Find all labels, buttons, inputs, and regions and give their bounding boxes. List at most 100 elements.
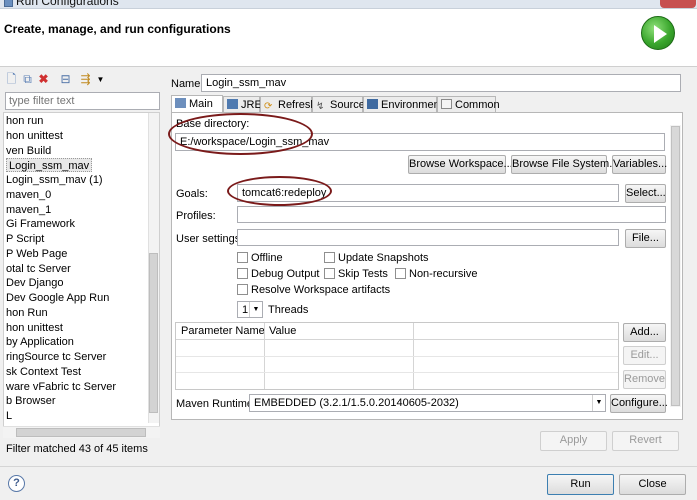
- help-icon[interactable]: ?: [8, 475, 25, 492]
- skip-tests-checkbox[interactable]: [324, 268, 335, 279]
- run-button[interactable]: Run: [547, 474, 614, 495]
- tree-item[interactable]: ware vFabric tc Server: [6, 380, 116, 394]
- tab-label: Refresh: [278, 99, 317, 111]
- resolve-workspace-label: Resolve Workspace artifacts: [251, 284, 391, 296]
- chevron-down-icon: ▼: [249, 302, 262, 317]
- highlight-annotation: [227, 176, 332, 206]
- tree-item[interactable]: b Browser: [6, 394, 56, 408]
- row-divider: [176, 356, 618, 357]
- tree-item[interactable]: maven_1: [6, 203, 51, 217]
- tree-item[interactable]: ringSource tc Server: [6, 350, 106, 364]
- jre-tab-icon: [227, 99, 238, 109]
- source-icon: ↯: [316, 101, 325, 112]
- tree-item[interactable]: P Script: [6, 232, 44, 246]
- user-settings-field[interactable]: [237, 229, 619, 246]
- tree-item[interactable]: Login_ssm_mav (1): [6, 173, 103, 187]
- dialog-heading: Create, manage, and run configurations: [4, 22, 231, 36]
- dialog-header: Create, manage, and run configurations: [0, 9, 697, 67]
- window-title: Run Configurations: [16, 0, 119, 8]
- offline-label: Offline: [251, 252, 283, 264]
- tree-item[interactable]: Gi Framework: [6, 217, 75, 231]
- debug-output-checkbox[interactable]: [237, 268, 248, 279]
- collapse-all-icon[interactable]: ⊟: [59, 73, 72, 86]
- tree-item[interactable]: hon unittest: [6, 321, 63, 335]
- maven-runtime-value: EMBEDDED (3.2.1/1.5.0.20140605-2032): [254, 397, 459, 409]
- tab-environment[interactable]: Environment: [363, 96, 443, 113]
- chevron-down-icon: ▼: [592, 395, 605, 411]
- browse-workspace-button[interactable]: Browse Workspace...: [408, 155, 513, 174]
- tree-item[interactable]: hon unittest: [6, 129, 63, 143]
- tab-source[interactable]: ↯ Source: [312, 96, 365, 113]
- name-field[interactable]: Login_ssm_mav: [201, 74, 681, 92]
- name-label: Name:: [171, 78, 204, 90]
- remove-parameter-button[interactable]: Remove: [623, 370, 666, 389]
- resolve-workspace-checkbox[interactable]: [237, 284, 248, 295]
- environment-icon: [367, 99, 378, 109]
- non-recursive-label: Non-recursive: [409, 268, 478, 280]
- threads-label: Threads: [268, 304, 309, 316]
- run-logo-icon: [641, 16, 675, 50]
- filter-input[interactable]: [5, 92, 160, 110]
- tree-item[interactable]: maven_0: [6, 188, 51, 202]
- variables-button[interactable]: Variables...: [612, 155, 667, 174]
- revert-button[interactable]: Revert: [612, 431, 679, 451]
- tab-label: Common: [455, 99, 500, 111]
- skip-tests-label: Skip Tests: [338, 268, 388, 280]
- window-close-button[interactable]: [660, 0, 696, 8]
- tree-horizontal-scroll-thumb[interactable]: [16, 428, 146, 437]
- file-button[interactable]: File...: [625, 229, 666, 248]
- column-header-name: Parameter Name: [181, 325, 265, 337]
- add-parameter-button[interactable]: Add...: [623, 323, 666, 342]
- panel-vertical-scroll-thumb[interactable]: [671, 126, 680, 406]
- tab-label: Main: [189, 98, 213, 110]
- close-button[interactable]: Close: [619, 474, 686, 495]
- tree-item[interactable]: sk Context Test: [6, 365, 81, 379]
- debug-output-label: Debug Output: [251, 268, 320, 280]
- new-config-icon[interactable]: 🗋: [5, 73, 18, 86]
- title-bar: Run Configurations: [0, 0, 697, 9]
- app-icon: [4, 0, 13, 7]
- tab-main[interactable]: Main: [171, 95, 223, 113]
- tab-common[interactable]: Common: [437, 96, 500, 113]
- tree-item[interactable]: Dev Django: [6, 276, 63, 290]
- tab-jre[interactable]: JRE: [223, 96, 262, 113]
- delete-config-icon[interactable]: ✖: [37, 73, 50, 86]
- user-settings-label: User settings:: [176, 233, 244, 245]
- maven-runtime-label: Maven Runtime:: [176, 398, 257, 410]
- non-recursive-checkbox[interactable]: [395, 268, 406, 279]
- tree-item[interactable]: hon run: [6, 114, 43, 128]
- tab-label: Environment: [381, 99, 443, 111]
- tree-item[interactable]: P Web Page: [6, 247, 67, 261]
- tree-item[interactable]: otal tc Server: [6, 262, 71, 276]
- edit-parameter-button[interactable]: Edit...: [623, 346, 666, 365]
- tree-item[interactable]: Login_ssm_mav: [6, 158, 93, 173]
- tree-item[interactable]: L: [6, 409, 12, 423]
- maven-runtime-select[interactable]: EMBEDDED (3.2.1/1.5.0.20140605-2032) ▼: [249, 394, 606, 412]
- tab-refresh[interactable]: ⟳ Refresh: [260, 96, 317, 113]
- parameters-table-header: Parameter Name Value: [176, 323, 618, 340]
- threads-value: 1: [242, 304, 249, 316]
- filter-menu-icon[interactable]: ⇶: [79, 73, 92, 86]
- browse-file-system-button[interactable]: Browse File System...: [511, 155, 618, 174]
- update-snapshots-checkbox[interactable]: [324, 252, 335, 263]
- tree-item[interactable]: by Application: [6, 335, 74, 349]
- tab-label: JRE: [241, 99, 262, 111]
- threads-select[interactable]: 1 ▼: [237, 301, 263, 318]
- profiles-field[interactable]: [237, 206, 666, 223]
- select-goals-button[interactable]: Select...: [625, 184, 666, 203]
- goals-label: Goals:: [176, 188, 208, 200]
- tab-label: Source: [330, 99, 365, 111]
- chevron-down-icon[interactable]: ▼: [94, 73, 107, 86]
- filter-status: Filter matched 43 of 45 items: [6, 443, 148, 455]
- apply-button[interactable]: Apply: [540, 431, 607, 451]
- tree-item[interactable]: hon Run: [6, 306, 48, 320]
- config-toolbar: 🗋 ⧉ ✖ ⊟ ⇶ ▼: [3, 71, 163, 89]
- update-snapshots-label: Update Snapshots: [338, 252, 429, 264]
- configure-button[interactable]: Configure...: [610, 394, 668, 413]
- tree-item[interactable]: Dev Google App Run: [6, 291, 109, 305]
- duplicate-config-icon[interactable]: ⧉: [21, 73, 34, 86]
- common-icon: [441, 99, 452, 109]
- tree-vertical-scroll-thumb[interactable]: [149, 253, 158, 413]
- tree-item[interactable]: ven Build: [6, 144, 51, 158]
- offline-checkbox[interactable]: [237, 252, 248, 263]
